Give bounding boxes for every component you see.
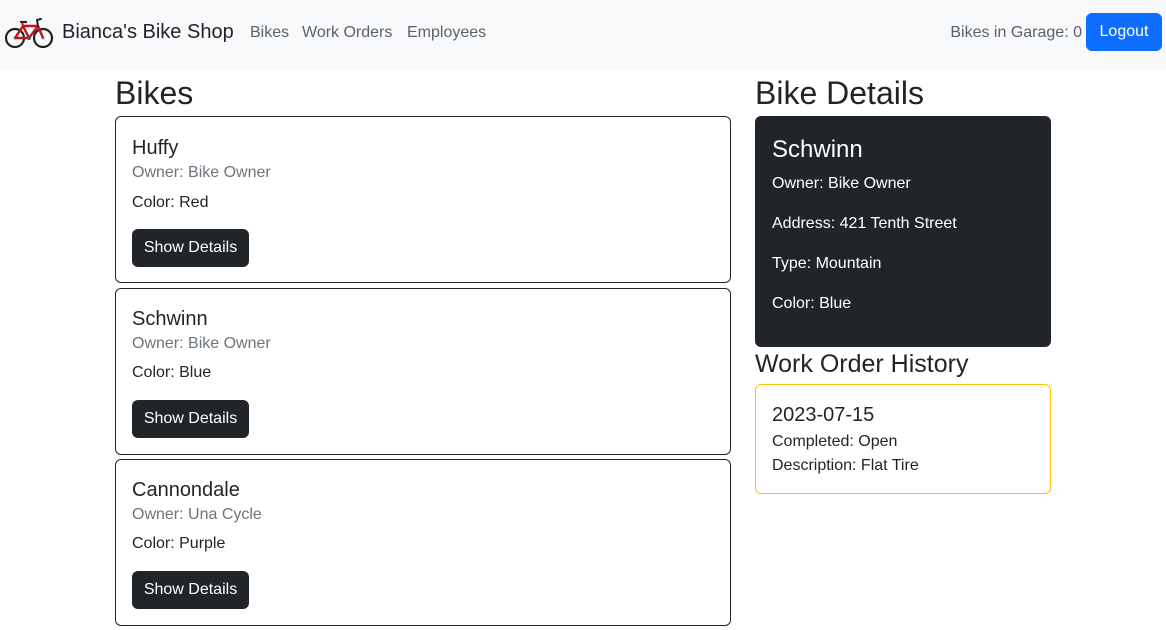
bike-color: Color: Red (132, 194, 209, 211)
show-details-button[interactable]: Show Details (132, 400, 249, 438)
bike-card: Schwinn Owner: Bike Owner Color: Blue Sh… (115, 288, 731, 455)
bike-card: Huffy Owner: Bike Owner Color: Red Show … (115, 116, 731, 283)
bike-owner: Owner: Bike Owner (132, 164, 271, 181)
work-order-date: 2023-07-15 (772, 404, 875, 426)
work-order-card: 2023-07-15 Completed: Open Description: … (755, 384, 1051, 494)
bike-details-title: Bike Details (755, 75, 924, 111)
bike-detail-card: Schwinn Owner: Bike Owner Address: 421 T… (755, 116, 1051, 347)
navbar: Bianca's Bike Shop Bikes Work Orders Emp… (0, 0, 1166, 70)
show-details-button[interactable]: Show Details (132, 229, 249, 267)
bike-name: Schwinn (132, 308, 208, 330)
bicycle-icon (4, 18, 54, 49)
show-details-button[interactable]: Show Details (132, 571, 249, 609)
work-order-description: Description: Flat Tire (772, 457, 919, 474)
bike-name: Cannondale (132, 479, 240, 501)
nav-link-bikes[interactable]: Bikes (250, 23, 289, 43)
work-order-status: Completed: Open (772, 433, 898, 450)
bikes-title: Bikes (115, 75, 194, 111)
bike-color: Color: Purple (132, 535, 226, 552)
bike-owner: Owner: Una Cycle (132, 506, 262, 523)
brand-link[interactable]: Bianca's Bike Shop (4, 12, 234, 52)
detail-address: Address: 421 Tenth Street (772, 215, 957, 232)
detail-owner: Owner: Bike Owner (772, 175, 911, 192)
garage-label: Bikes in Garage: (950, 24, 1069, 41)
bike-owner: Owner: Bike Owner (132, 335, 271, 352)
brand-name: Bianca's Bike Shop (62, 21, 234, 43)
work-order-history-title: Work Order History (755, 350, 969, 378)
garage-count: 0 (1073, 24, 1082, 41)
logout-button[interactable]: Logout (1086, 13, 1162, 51)
bike-name: Huffy (132, 137, 179, 159)
detail-type: Type: Mountain (772, 255, 882, 272)
bike-card: Cannondale Owner: Una Cycle Color: Purpl… (115, 459, 731, 626)
nav-link-work-orders[interactable]: Work Orders (302, 23, 392, 43)
nav-link-employees[interactable]: Employees (407, 23, 486, 43)
bike-color: Color: Blue (132, 364, 212, 381)
detail-bike-name: Schwinn (772, 136, 863, 163)
detail-color: Color: Blue (772, 295, 852, 312)
garage-counter: Bikes in Garage: 0 (950, 23, 1082, 43)
